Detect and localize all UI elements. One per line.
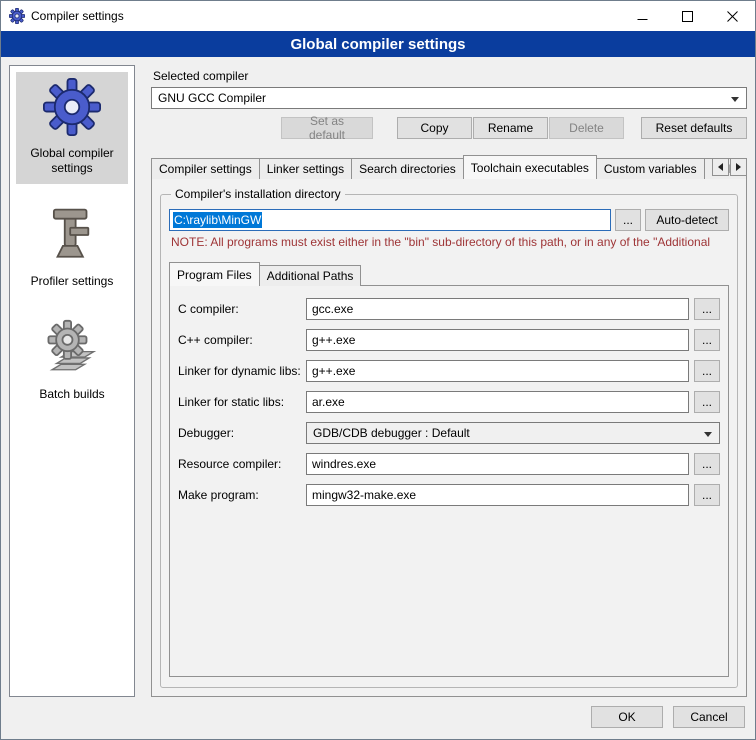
cpp-compiler-browse-button[interactable]: ... — [694, 329, 720, 351]
sidebar-item-label: Batch builds — [39, 387, 104, 402]
minimize-icon — [637, 11, 648, 22]
debugger-select[interactable]: GDB/CDB debugger : Default — [306, 422, 720, 444]
titlebar: Compiler settings — [1, 1, 755, 31]
set-as-default-button[interactable]: Set as default — [281, 117, 373, 139]
subtab-additional-paths[interactable]: Additional Paths — [259, 265, 362, 286]
linker-dynamic-label: Linker for dynamic libs: — [178, 364, 306, 378]
profiler-icon — [43, 206, 101, 264]
dialog-header-title: Global compiler settings — [290, 36, 465, 53]
linker-dynamic-browse-button[interactable]: ... — [694, 360, 720, 382]
field-row-c-compiler: C compiler: ... — [178, 298, 720, 320]
chevron-down-icon — [731, 97, 739, 102]
sidebar-item-batch-builds[interactable]: Batch builds — [16, 313, 128, 410]
app-gear-icon — [9, 8, 25, 24]
maximize-button[interactable] — [665, 1, 710, 31]
toolchain-executables-panel: Compiler's installation directory C:\ray… — [151, 178, 747, 697]
field-row-make-program: Make program: ... — [178, 484, 720, 506]
c-compiler-label: C compiler: — [178, 302, 306, 316]
auto-detect-button[interactable]: Auto-detect — [645, 209, 729, 231]
installation-directory-row: C:\raylib\MinGW ... Auto-detect — [169, 209, 729, 231]
cpp-compiler-label: C++ compiler: — [178, 333, 306, 347]
delete-button[interactable]: Delete — [549, 117, 624, 139]
tab-compiler-settings[interactable]: Compiler settings — [151, 158, 260, 179]
tab-scroll-left-button[interactable] — [712, 158, 729, 176]
resource-compiler-browse-button[interactable]: ... — [694, 453, 720, 475]
make-program-browse-button[interactable]: ... — [694, 484, 720, 506]
program-files-tabbar: Program Files Additional Paths — [169, 263, 729, 286]
sidebar-item-label: Profiler settings — [31, 274, 114, 289]
installation-directory-legend: Compiler's installation directory — [171, 187, 345, 201]
copy-button[interactable]: Copy — [397, 117, 472, 139]
tab-scroll-right-button[interactable] — [730, 158, 747, 176]
minimize-button[interactable] — [620, 1, 665, 31]
close-icon — [727, 11, 738, 22]
selected-compiler-label: Selected compiler — [153, 69, 747, 83]
tab-search-directories[interactable]: Search directories — [351, 158, 464, 179]
dialog-footer: OK Cancel — [1, 701, 755, 739]
close-button[interactable] — [710, 1, 755, 31]
linker-static-browse-button[interactable]: ... — [694, 391, 720, 413]
batch-builds-icon — [43, 319, 101, 377]
arrow-right-icon — [736, 163, 741, 171]
c-compiler-browse-button[interactable]: ... — [694, 298, 720, 320]
debugger-label: Debugger: — [178, 426, 306, 440]
c-compiler-input[interactable] — [306, 298, 689, 320]
arrow-left-icon — [718, 163, 723, 171]
cancel-button[interactable]: Cancel — [673, 706, 745, 728]
settings-sidebar: Global compiler settings Profiler settin… — [9, 65, 135, 697]
field-row-resource-compiler: Resource compiler: ... — [178, 453, 720, 475]
installation-directory-group: Compiler's installation directory C:\ray… — [160, 187, 738, 688]
program-files-panel: C compiler: ... C++ compiler: ... Linker… — [169, 285, 729, 677]
sidebar-item-label: Global compiler settings — [18, 146, 126, 176]
chevron-down-icon — [704, 432, 712, 437]
tab-scroll-buttons — [712, 158, 747, 176]
main-content: Selected compiler GNU GCC Compiler Set a… — [147, 65, 747, 697]
tab-linker-settings[interactable]: Linker settings — [259, 158, 352, 179]
gear-icon — [43, 78, 101, 136]
sidebar-item-global-compiler-settings[interactable]: Global compiler settings — [16, 72, 128, 184]
settings-tabbar: Compiler settings Linker settings Search… — [151, 155, 747, 179]
linker-static-label: Linker for static libs: — [178, 395, 306, 409]
compiler-select[interactable]: GNU GCC Compiler — [151, 87, 747, 109]
field-row-linker-static: Linker for static libs: ... — [178, 391, 720, 413]
rename-button[interactable]: Rename — [473, 117, 548, 139]
ok-button[interactable]: OK — [591, 706, 663, 728]
installation-directory-input[interactable]: C:\raylib\MinGW — [169, 209, 611, 231]
window-title: Compiler settings — [31, 9, 620, 23]
installation-directory-browse-button[interactable]: ... — [615, 209, 641, 231]
compiler-select-value: GNU GCC Compiler — [158, 91, 266, 105]
field-row-linker-dynamic: Linker for dynamic libs: ... — [178, 360, 720, 382]
tab-custom-variables[interactable]: Custom variables — [596, 158, 705, 179]
resource-compiler-label: Resource compiler: — [178, 457, 306, 471]
compiler-buttons-row: Set as default Copy Rename Delete Reset … — [151, 117, 747, 139]
make-program-label: Make program: — [178, 488, 306, 502]
dialog-header: Global compiler settings — [1, 31, 755, 57]
linker-dynamic-input[interactable] — [306, 360, 689, 382]
reset-defaults-button[interactable]: Reset defaults — [641, 117, 747, 139]
linker-static-input[interactable] — [306, 391, 689, 413]
bin-subdirectory-note: NOTE: All programs must exist either in … — [171, 235, 729, 249]
tab-toolchain-executables[interactable]: Toolchain executables — [463, 155, 597, 179]
resource-compiler-input[interactable] — [306, 453, 689, 475]
make-program-input[interactable] — [306, 484, 689, 506]
cpp-compiler-input[interactable] — [306, 329, 689, 351]
installation-directory-value: C:\raylib\MinGW — [173, 212, 262, 228]
field-row-debugger: Debugger: GDB/CDB debugger : Default — [178, 422, 720, 444]
sidebar-item-profiler-settings[interactable]: Profiler settings — [16, 200, 128, 297]
compiler-settings-dialog: Compiler settings Global compiler settin… — [0, 0, 756, 740]
debugger-select-value: GDB/CDB debugger : Default — [313, 426, 470, 440]
subtab-program-files[interactable]: Program Files — [169, 262, 260, 286]
maximize-icon — [682, 11, 693, 22]
field-row-cpp-compiler: C++ compiler: ... — [178, 329, 720, 351]
